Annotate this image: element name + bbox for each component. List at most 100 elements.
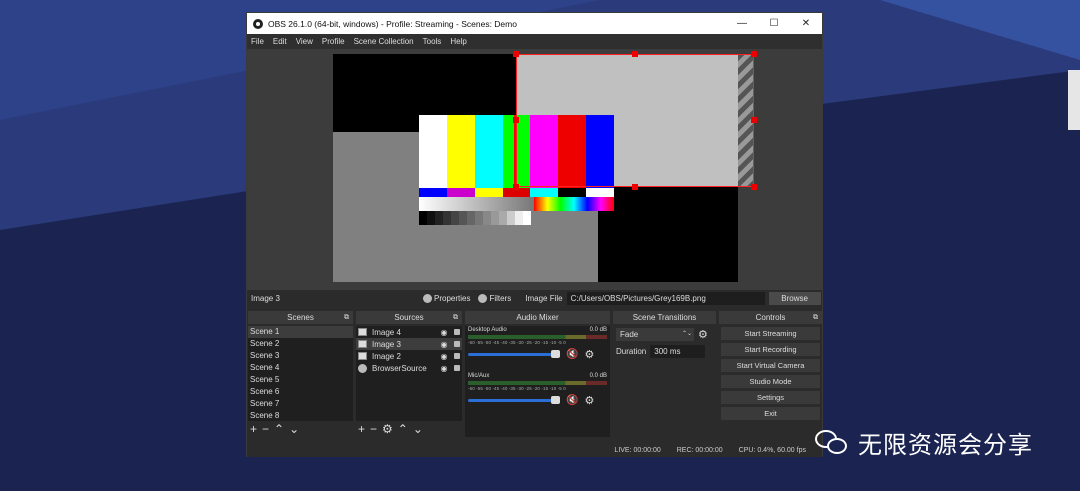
move-up-icon[interactable]: ⌃ xyxy=(274,422,284,436)
controls-body: Start Streaming Start Recording Start Vi… xyxy=(719,327,822,420)
preview-canvas[interactable] xyxy=(333,51,757,282)
scene-item[interactable]: Scene 6 xyxy=(248,386,353,398)
slider-knob[interactable] xyxy=(551,350,560,358)
volume-slider[interactable] xyxy=(468,396,560,404)
eye-icon[interactable]: ◉ xyxy=(439,364,449,373)
minimize-button[interactable]: — xyxy=(726,13,758,34)
speaker-muted-icon[interactable]: 🔇 xyxy=(566,395,578,406)
lock-icon[interactable] xyxy=(454,329,460,335)
watermark-text: 无限资源会分享 xyxy=(858,431,1033,459)
slider-knob[interactable] xyxy=(551,396,560,404)
gear-icon xyxy=(423,294,432,303)
resize-handle-bl[interactable] xyxy=(513,184,519,190)
scene-item[interactable]: Scene 7 xyxy=(248,398,353,410)
live-status: LIVE: 00:00:00 xyxy=(614,446,661,454)
image-file-label: Image File xyxy=(525,294,563,303)
selected-source-name: Image 3 xyxy=(251,294,280,303)
menu-tools[interactable]: Tools xyxy=(423,37,442,46)
scene-item[interactable]: Scene 8 xyxy=(248,410,353,422)
transition-select[interactable]: Fade xyxy=(616,328,694,341)
speaker-muted-icon[interactable]: 🔇 xyxy=(566,349,578,360)
move-down-icon[interactable]: ⌄ xyxy=(289,422,299,436)
lock-icon[interactable] xyxy=(454,341,460,347)
menu-edit[interactable]: Edit xyxy=(273,37,287,46)
menu-view[interactable]: View xyxy=(296,37,313,46)
sources-footer: + − ⚙ ⌃ ⌄ xyxy=(356,421,462,437)
scene-transitions-dock: Scene Transitions Fade ⚙ Duration 300 ms xyxy=(613,311,716,441)
scene-item[interactable]: Scene 1 xyxy=(248,326,353,338)
channel-level: 0.0 dB xyxy=(589,373,607,379)
obs-logo-icon xyxy=(253,18,263,29)
duration-label: Duration xyxy=(616,347,647,356)
scenes-footer: + − ⌃ ⌄ xyxy=(248,421,353,437)
mixer-title: Audio Mixer xyxy=(516,313,559,322)
settings-button[interactable]: Settings xyxy=(721,391,820,404)
dock-undock-icon[interactable]: ⧉ xyxy=(813,311,818,324)
resize-handle-b[interactable] xyxy=(632,184,638,190)
dock-undock-icon[interactable]: ⧉ xyxy=(453,311,458,324)
gear-icon[interactable]: ⚙ xyxy=(584,394,594,407)
mixer-channel: Mic/Aux 0.0 dB -60 -55 -50 -45 -40 -35 -… xyxy=(465,372,610,408)
resize-handle-br[interactable] xyxy=(751,184,757,190)
browse-button[interactable]: Browse xyxy=(768,292,821,305)
start-recording-button[interactable]: Start Recording xyxy=(721,343,820,356)
scene-item[interactable]: Scene 4 xyxy=(248,362,353,374)
resize-handle-tr[interactable] xyxy=(751,51,757,57)
eye-icon[interactable]: ◉ xyxy=(439,328,449,337)
watermark: 无限资源会分享 xyxy=(815,425,1033,460)
lock-icon[interactable] xyxy=(454,353,460,359)
mixer-body: Desktop Audio 0.0 dB -60 -55 -50 -45 -40… xyxy=(465,326,610,437)
gear-icon[interactable]: ⚙ xyxy=(382,422,393,436)
source-item[interactable]: Image 2 ◉ xyxy=(356,350,462,362)
sources-list: Image 4 ◉ Image 3 ◉ Image 2 ◉ BrowserSou… xyxy=(356,326,462,421)
title-bar: OBS 26.1.0 (64-bit, windows) - Profile: … xyxy=(247,13,822,34)
source-item[interactable]: Image 4 ◉ xyxy=(356,326,462,338)
window-title: OBS 26.1.0 (64-bit, windows) - Profile: … xyxy=(268,18,517,29)
add-icon[interactable]: + xyxy=(358,422,365,436)
gear-icon[interactable]: ⚙ xyxy=(584,348,594,361)
source-item[interactable]: BrowserSource ◉ xyxy=(356,362,462,374)
sources-title: Sources xyxy=(394,313,424,322)
image-file-path-field[interactable]: C:/Users/OBS/Pictures/Grey169B.png xyxy=(566,292,765,305)
menu-file[interactable]: File xyxy=(251,37,264,46)
move-up-icon[interactable]: ⌃ xyxy=(398,422,408,436)
image-icon xyxy=(358,328,367,336)
menu-help[interactable]: Help xyxy=(450,37,466,46)
selection-bounding-box[interactable] xyxy=(516,54,754,187)
remove-icon[interactable]: − xyxy=(262,422,269,436)
lock-icon[interactable] xyxy=(454,365,460,371)
eye-icon[interactable]: ◉ xyxy=(439,352,449,361)
remove-icon[interactable]: − xyxy=(370,422,377,436)
menu-scene-collection[interactable]: Scene Collection xyxy=(354,37,414,46)
source-name: BrowserSource xyxy=(372,363,427,373)
exit-button[interactable]: Exit xyxy=(721,407,820,420)
properties-button[interactable]: Properties xyxy=(423,294,470,303)
gear-icon[interactable]: ⚙ xyxy=(698,328,708,341)
maximize-button[interactable]: ☐ xyxy=(758,13,790,34)
start-virtual-camera-button[interactable]: Start Virtual Camera xyxy=(721,359,820,372)
add-icon[interactable]: + xyxy=(250,422,257,436)
resize-handle-tl[interactable] xyxy=(513,51,519,57)
transitions-header: Scene Transitions xyxy=(613,311,716,324)
filters-button[interactable]: Filters xyxy=(478,294,511,303)
move-down-icon[interactable]: ⌄ xyxy=(413,422,423,436)
eye-icon[interactable]: ◉ xyxy=(439,340,449,349)
volume-slider[interactable] xyxy=(468,350,560,358)
resize-handle-r[interactable] xyxy=(751,117,757,123)
resize-handle-t[interactable] xyxy=(632,51,638,57)
resize-handle-l[interactable] xyxy=(513,117,519,123)
menu-profile[interactable]: Profile xyxy=(322,37,345,46)
preview-area[interactable] xyxy=(247,49,822,294)
close-button[interactable]: ✕ xyxy=(790,13,822,34)
volume-meter xyxy=(468,381,607,385)
dock-undock-icon[interactable]: ⧉ xyxy=(344,311,349,324)
source-item[interactable]: Image 3 ◉ xyxy=(356,338,462,350)
scene-item[interactable]: Scene 5 xyxy=(248,374,353,386)
scene-item[interactable]: Scene 2 xyxy=(248,338,353,350)
rec-status: REC: 00:00:00 xyxy=(676,446,723,454)
scene-item[interactable]: Scene 3 xyxy=(248,350,353,362)
meter-scale: -60 -55 -50 -45 -40 -35 -30 -25 -20 -15 … xyxy=(468,386,566,391)
studio-mode-button[interactable]: Studio Mode xyxy=(721,375,820,388)
start-streaming-button[interactable]: Start Streaming xyxy=(721,327,820,340)
duration-input[interactable]: 300 ms xyxy=(650,345,706,358)
